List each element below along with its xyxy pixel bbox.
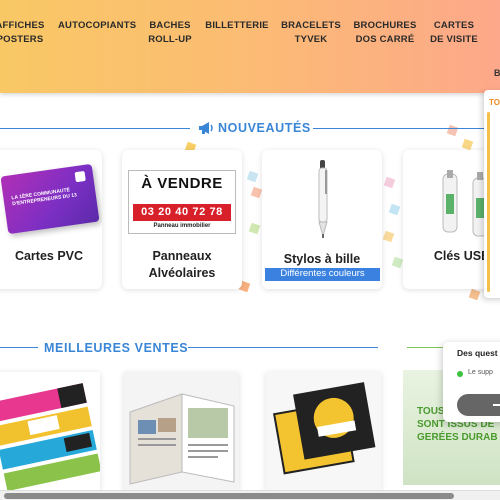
nav-item-overflow[interactable]: B <box>494 68 500 78</box>
eco-banner-line: GERÉES DURAB <box>417 432 498 443</box>
online-status-icon <box>457 371 463 377</box>
product-image: LA 1ÈRE COMMUNAUTÉ D'ENTREPRENEURS DU 13 <box>0 163 100 235</box>
chat-question: Des quest <box>457 348 498 358</box>
nav-item-billetterie[interactable]: BILLETTERIE <box>204 19 270 33</box>
nav-item-label: DOS CARRÉ <box>355 34 415 45</box>
nav-item-autocopiants[interactable]: AUTOCOPIANTS <box>58 19 137 33</box>
promo-popup[interactable]: TO <box>484 90 500 298</box>
promo-popup-label: TO <box>489 98 500 107</box>
section-divider-right <box>188 347 378 348</box>
nav-item-affiches[interactable]: AFFICHES POSTERS <box>0 19 46 47</box>
nav-item-baches[interactable]: BACHES ROLL-UP <box>142 19 198 47</box>
nav-item-label: POSTERS <box>0 34 44 45</box>
product-card-cartes-pvc[interactable]: LA 1ÈRE COMMUNAUTÉ D'ENTREPRENEURS DU 13… <box>0 150 102 289</box>
bestseller-card-tickets[interactable] <box>0 372 100 492</box>
product-image: À VENDRE 03 20 40 72 78 Panneau immobili… <box>128 170 236 234</box>
product-card-label: Stylos à bille <box>262 251 382 268</box>
chat-status: Le supp <box>468 369 493 376</box>
section-title-nouveautes: NOUVEAUTÉS <box>218 121 311 135</box>
main-nav: AFFICHES POSTERS AUTOCOPIANTS BACHES ROL… <box>0 0 500 93</box>
chat-widget[interactable]: Des quest Le supp <box>443 342 500 422</box>
nav-item-label: AFFICHES <box>0 20 45 31</box>
chat-minimize-button[interactable] <box>457 394 500 416</box>
nav-item-label: BRACELETS <box>281 20 341 31</box>
product-image-text: LA 1ÈRE COMMUNAUTÉ D'ENTREPRENEURS DU 13 <box>11 187 78 208</box>
bestseller-card-brochure[interactable] <box>124 372 239 492</box>
tickets-image <box>0 372 100 492</box>
nav-item-brochures[interactable]: BROCHURES DOS CARRÉ <box>352 19 418 47</box>
nav-item-label: BACHES <box>149 20 191 31</box>
nav-item-label: AUTOCOPIANTS <box>58 20 137 31</box>
product-card-stylos[interactable]: Stylos à bille Différentes couleurs <box>262 150 382 289</box>
horizontal-scrollbar[interactable] <box>0 490 500 500</box>
nav-item-label: BILLETTERIE <box>205 20 269 31</box>
section-divider-right <box>313 128 500 129</box>
nav-item-label: ROLL-UP <box>148 34 192 45</box>
section-divider-left <box>0 128 190 129</box>
nav-item-label: CARTES <box>433 20 475 31</box>
nav-item-label: BROCHURES <box>353 20 417 31</box>
product-card-title: Panneaux <box>152 249 212 263</box>
product-card-panneaux[interactable]: À VENDRE 03 20 40 72 78 Panneau immobili… <box>122 150 242 289</box>
minus-icon <box>493 404 500 406</box>
section-title-meilleures-ventes: MEILLEURES VENTES <box>44 341 189 355</box>
megaphone-icon <box>198 121 214 135</box>
eco-divider <box>407 347 447 348</box>
logo-icon <box>74 170 86 183</box>
vendre-sign-subtitle: Panneau immobilier <box>153 223 211 229</box>
scrollbar-thumb[interactable] <box>4 493 454 499</box>
bestseller-card-flyers[interactable] <box>266 372 381 492</box>
product-card-label: Cartes PVC <box>0 248 102 265</box>
product-card-title: Alvéolaires <box>148 266 216 280</box>
nav-item-label: DE VISITE <box>430 34 478 45</box>
pen-image <box>314 160 332 240</box>
product-badge: Différentes couleurs <box>265 268 380 281</box>
nav-item-cartes-de-visite[interactable]: CARTES DE VISITE <box>426 19 482 47</box>
brochure-image <box>124 372 239 492</box>
product-card-title: Stylos à bille <box>283 252 361 266</box>
nav-item-label: TYVEK <box>294 34 328 45</box>
product-card-label: Panneaux Alvéolaires <box>122 248 242 282</box>
product-card-title: Cartes PVC <box>14 249 84 263</box>
promo-popup-scrollbar[interactable] <box>487 112 490 292</box>
vendre-sign-phone: 03 20 40 72 78 <box>133 204 231 221</box>
nav-item-bracelets[interactable]: BRACELETS TYVEK <box>280 19 342 47</box>
vendre-sign-title: À VENDRE <box>141 175 223 192</box>
flyers-image <box>266 372 381 492</box>
section-divider-left <box>0 347 38 348</box>
